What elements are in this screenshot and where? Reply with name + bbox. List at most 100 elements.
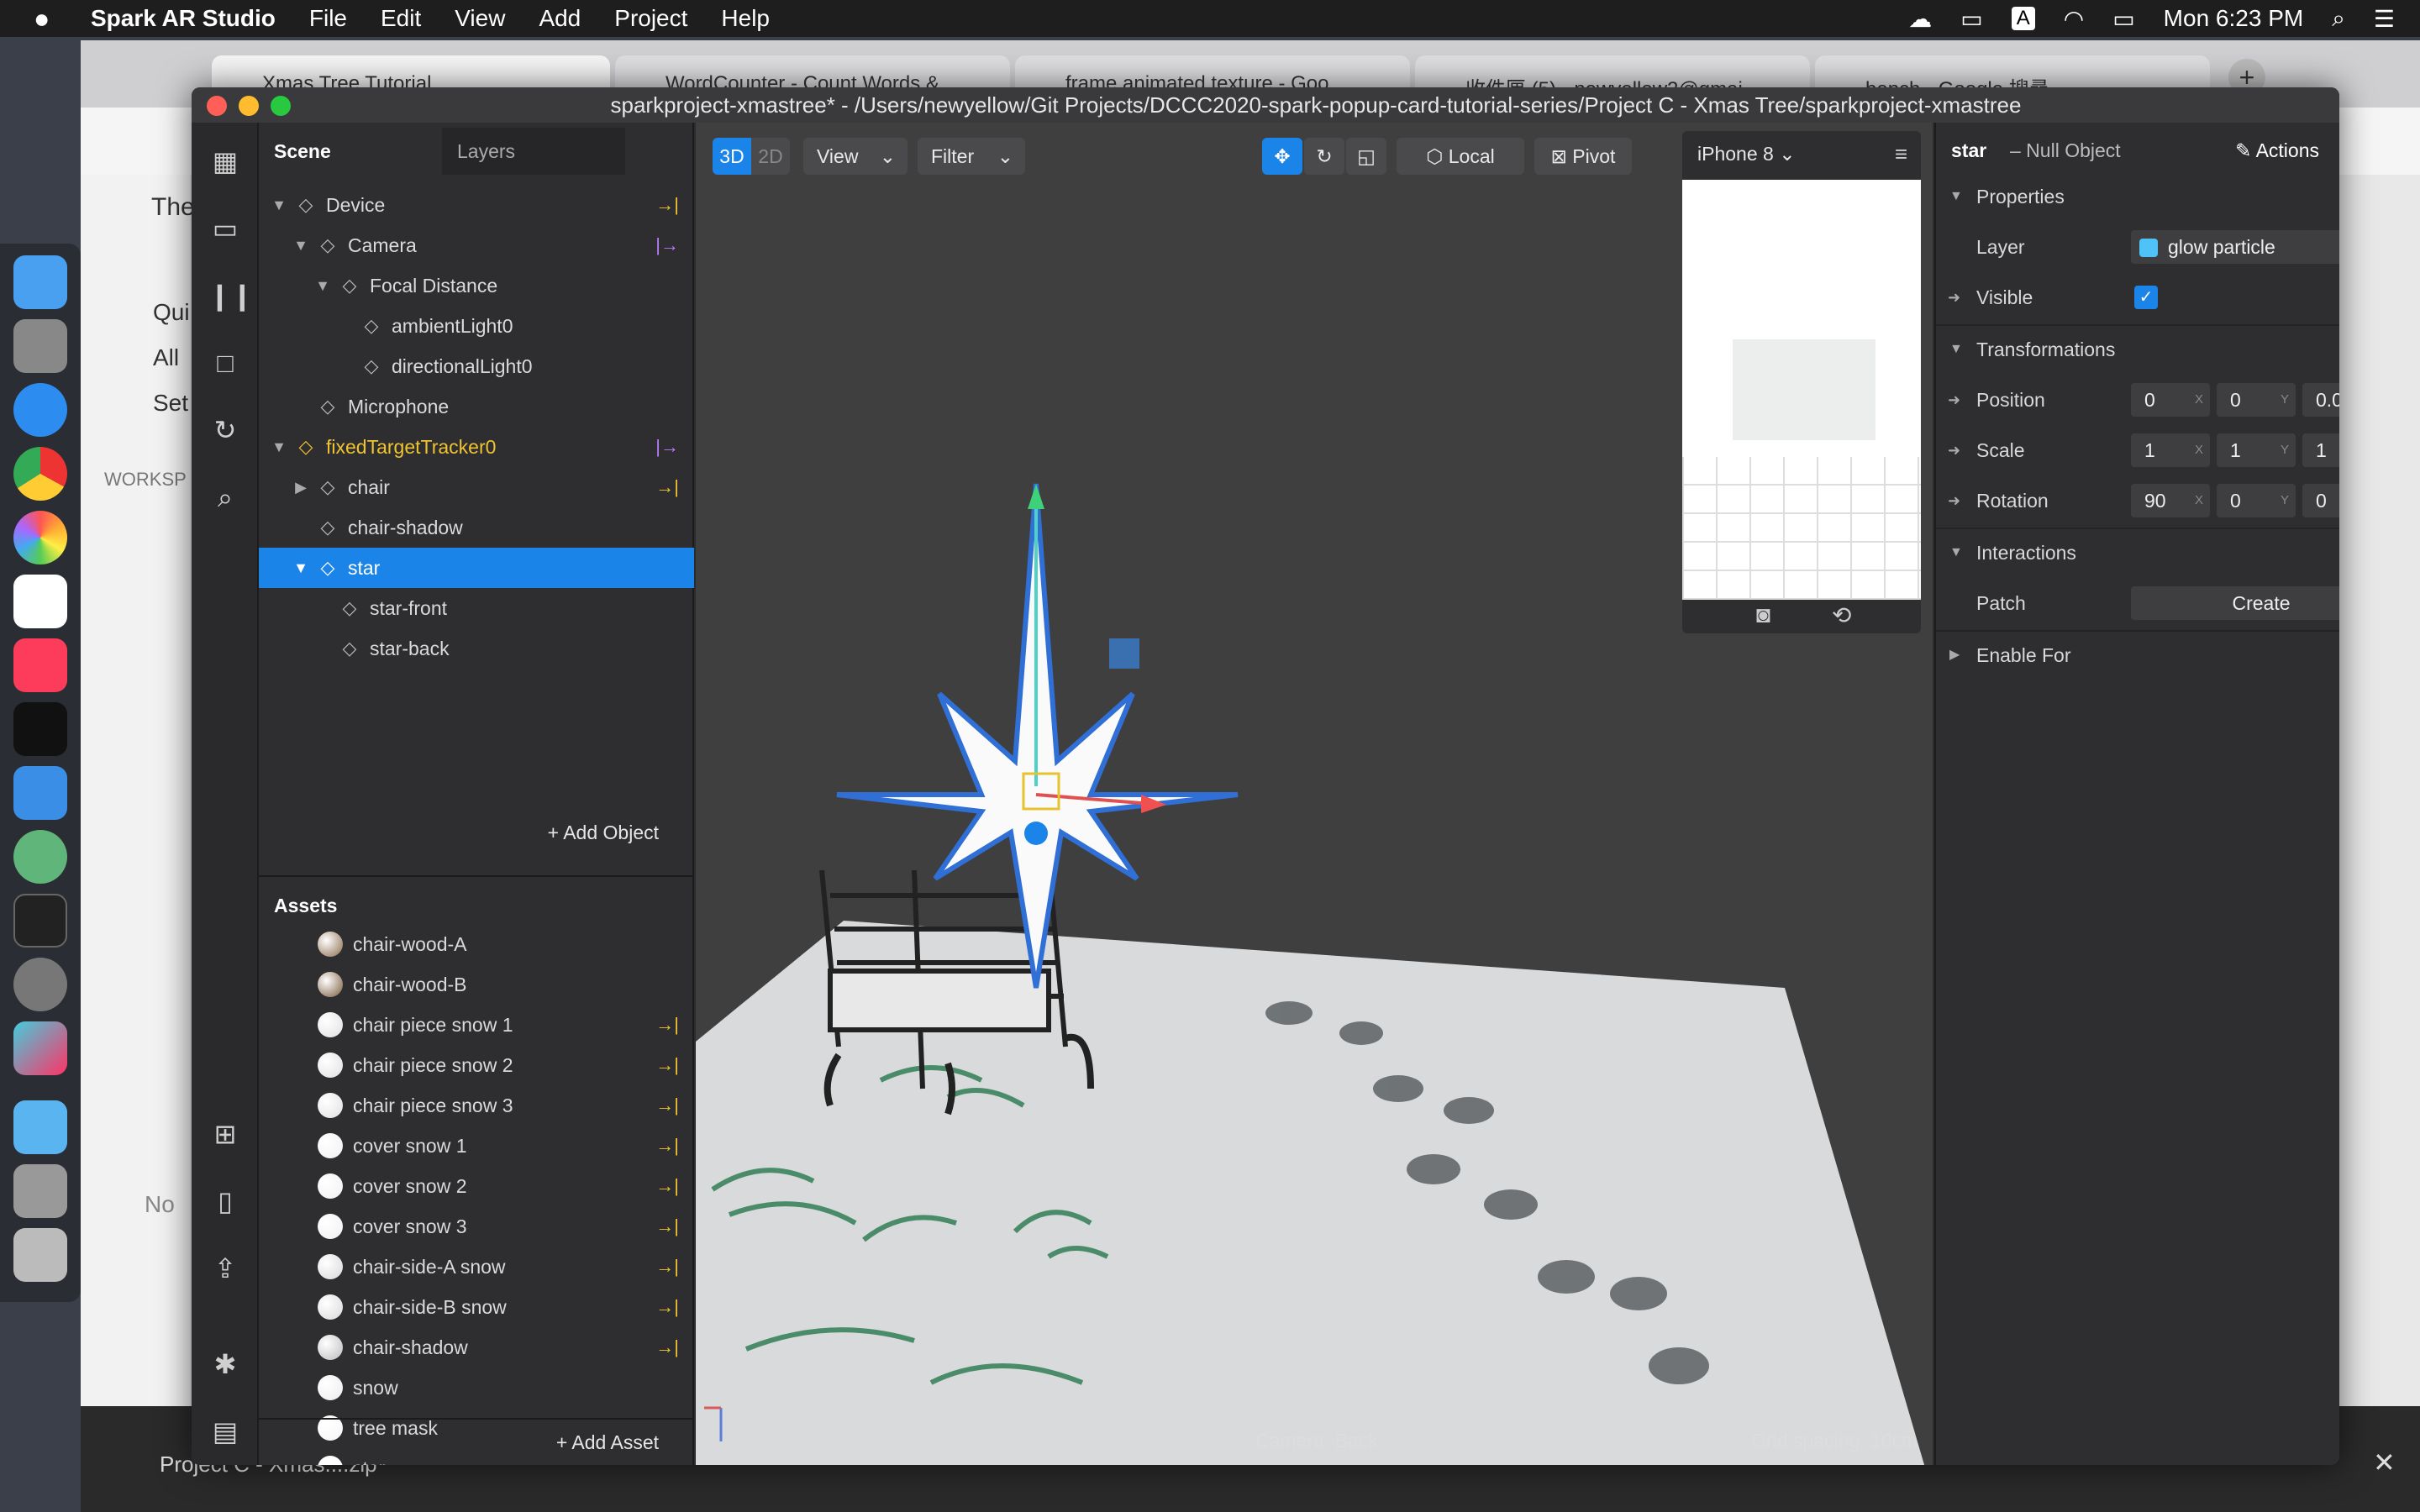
patch-link-icon[interactable]: →| xyxy=(655,1005,679,1045)
keynote-icon[interactable] xyxy=(13,766,67,820)
search-icon[interactable]: ⌕ xyxy=(208,480,242,514)
keyframe-arrow-icon[interactable]: ➜ xyxy=(1948,272,1960,323)
finder-icon[interactable] xyxy=(13,255,67,309)
menu-view[interactable]: View xyxy=(455,5,505,32)
scale-z-field[interactable]: 1Z xyxy=(2302,433,2339,467)
expand-chevron-icon[interactable]: ▼ xyxy=(292,548,309,588)
asset-item[interactable]: chair piece snow 2 →| xyxy=(259,1045,694,1085)
viewport[interactable]: 3D 2D View ⌄ Filter ⌄ ✥ ↻ ◱ ⬡ Local ⊠ Pivo… xyxy=(696,123,1933,1465)
bug-icon[interactable]: ✱ xyxy=(208,1347,242,1381)
import-icon[interactable]: ⊞ xyxy=(208,1117,242,1151)
tab-scene[interactable]: Scene xyxy=(259,128,442,175)
asset-item[interactable]: snow xyxy=(259,1368,694,1408)
visible-checkbox[interactable]: ✓ xyxy=(2134,286,2158,309)
expand-chevron-icon[interactable]: ▼ xyxy=(314,265,331,306)
screenshot-stack-icon[interactable] xyxy=(13,1164,67,1218)
menu-add[interactable]: Add xyxy=(539,5,581,32)
position-x-field[interactable]: 0X xyxy=(2131,383,2210,417)
tab-layers[interactable]: Layers xyxy=(442,128,625,175)
patch-link-icon[interactable]: →| xyxy=(655,1206,679,1247)
patch-link-icon[interactable]: →| xyxy=(655,1287,679,1327)
asset-item[interactable]: chair-wood-B xyxy=(259,964,694,1005)
pause-icon[interactable]: ❙❙ xyxy=(208,279,254,312)
keyframe-arrow-icon[interactable]: ➜ xyxy=(1948,425,1960,475)
asset-item[interactable]: chair piece snow 3 →| xyxy=(259,1085,694,1126)
menu-file[interactable]: File xyxy=(309,5,347,32)
section-transformations[interactable]: ▼ Transformations xyxy=(1936,324,2339,375)
scene-item[interactable]: ◇ Microphone xyxy=(259,386,694,427)
patch-link-icon[interactable]: →| xyxy=(655,1085,679,1126)
video-icon[interactable]: ▭ xyxy=(208,212,242,245)
app-name[interactable]: Spark AR Studio xyxy=(91,5,276,32)
battery-icon[interactable]: ▭ xyxy=(2112,5,2134,33)
menu-help[interactable]: Help xyxy=(721,5,770,32)
expand-chevron-icon[interactable]: ▼ xyxy=(271,427,287,467)
scene-item[interactable]: ▼ ◇ star xyxy=(259,548,694,588)
device-simulator[interactable]: iPhone 8 ⌄ ≡ ◙ ⟲ xyxy=(1682,131,1921,633)
scale-y-field[interactable]: 1Y xyxy=(2217,433,2296,467)
menu-project[interactable]: Project xyxy=(614,5,687,32)
chrome-icon[interactable] xyxy=(13,447,67,501)
asset-item[interactable]: chair-side-B snow →| xyxy=(259,1287,694,1327)
simulator-screenshot-icon[interactable]: ◙ xyxy=(1756,601,1770,628)
simulator-menu-icon[interactable]: ≡ xyxy=(1895,141,1907,167)
layer-dropdown[interactable]: glow particle ⌄ xyxy=(2131,230,2339,264)
actions-button[interactable]: ✎ Actions xyxy=(2235,139,2319,162)
keyframe-arrow-icon[interactable]: ➜ xyxy=(1948,375,1960,425)
patch-link-icon[interactable]: →| xyxy=(655,1247,679,1287)
notification-center-icon[interactable]: ☰ xyxy=(2374,5,2395,33)
keyframe-arrow-icon[interactable]: ➜ xyxy=(1948,475,1960,526)
asset-item[interactable]: cover snow 1 →| xyxy=(259,1126,694,1166)
docs-icon[interactable]: ▤ xyxy=(208,1415,242,1448)
simulator-rotate-icon[interactable]: ⟲ xyxy=(1832,601,1851,629)
folder-icon[interactable] xyxy=(13,1100,67,1154)
system-preferences-icon[interactable] xyxy=(13,958,67,1011)
patch-link-icon[interactable]: →| xyxy=(655,1126,679,1166)
scene-item[interactable]: ▼ ◇ Focal Distance xyxy=(259,265,694,306)
asset-item[interactable]: chair-side-A snow →| xyxy=(259,1247,694,1287)
create-patch-button[interactable]: Create xyxy=(2131,586,2339,620)
position-z-field[interactable]: 0.09!Z xyxy=(2302,383,2339,417)
scene-item[interactable]: ▼ ◇ fixedTargetTracker0 |→ xyxy=(259,427,694,467)
spark-ar-icon[interactable] xyxy=(13,1021,67,1075)
music-icon[interactable] xyxy=(13,638,67,692)
patch-link-icon[interactable]: →| xyxy=(655,185,679,225)
asset-item[interactable]: cover snow 3 →| xyxy=(259,1206,694,1247)
scene-item[interactable]: ◇ ambientLight0 xyxy=(259,306,694,346)
airplay-icon[interactable]: ▭ xyxy=(1960,5,1982,33)
patch-link-icon[interactable]: |→ xyxy=(655,225,679,265)
scene-item[interactable]: ◇ star-back xyxy=(259,628,694,669)
close-window-button[interactable] xyxy=(207,96,227,116)
atom-icon[interactable] xyxy=(13,830,67,884)
apple-icon[interactable]: ● xyxy=(34,3,50,34)
rotation-z-field[interactable]: 0Z xyxy=(2302,484,2339,517)
expand-chevron-icon[interactable]: ▼ xyxy=(271,185,287,225)
rotation-x-field[interactable]: 90 X xyxy=(2131,484,2210,517)
clock[interactable]: Mon 6:23 PM xyxy=(2164,5,2304,32)
add-object-button[interactable]: + Add Object xyxy=(548,822,659,844)
minimize-window-button[interactable] xyxy=(239,96,259,116)
wifi-icon[interactable]: ◠ xyxy=(2064,5,2084,33)
zoom-window-button[interactable] xyxy=(271,96,291,116)
asset-item[interactable]: chair-shadow →| xyxy=(259,1327,694,1368)
scene-item[interactable]: ◇ chair-shadow xyxy=(259,507,694,548)
patch-link-icon[interactable]: |→ xyxy=(655,427,679,467)
asset-item[interactable]: chair-wood-A xyxy=(259,924,694,964)
cloud-upload-icon[interactable]: ☁ xyxy=(1908,5,1932,33)
asset-item[interactable]: cover snow 2 →| xyxy=(259,1166,694,1206)
upload-icon[interactable]: ⇪ xyxy=(208,1252,242,1285)
device-dropdown[interactable]: iPhone 8 ⌄ xyxy=(1697,143,1795,165)
add-asset-button[interactable]: + Add Asset xyxy=(556,1431,659,1454)
expand-chevron-icon[interactable]: ▼ xyxy=(292,225,309,265)
safari-icon[interactable] xyxy=(13,383,67,437)
unity-icon[interactable] xyxy=(13,575,67,628)
scene-item[interactable]: ▼ ◇ Device →| xyxy=(259,185,694,225)
patch-link-icon[interactable]: →| xyxy=(655,467,679,507)
scale-x-field[interactable]: 1X xyxy=(2131,433,2210,467)
stop-icon[interactable]: □ xyxy=(208,346,242,380)
menu-edit[interactable]: Edit xyxy=(381,5,421,32)
trash-icon[interactable] xyxy=(13,1228,67,1282)
patch-link-icon[interactable]: →| xyxy=(655,1045,679,1085)
scene-item[interactable]: ▶ ◇ chair →| xyxy=(259,467,694,507)
scene-item[interactable]: ▼ ◇ Camera |→ xyxy=(259,225,694,265)
